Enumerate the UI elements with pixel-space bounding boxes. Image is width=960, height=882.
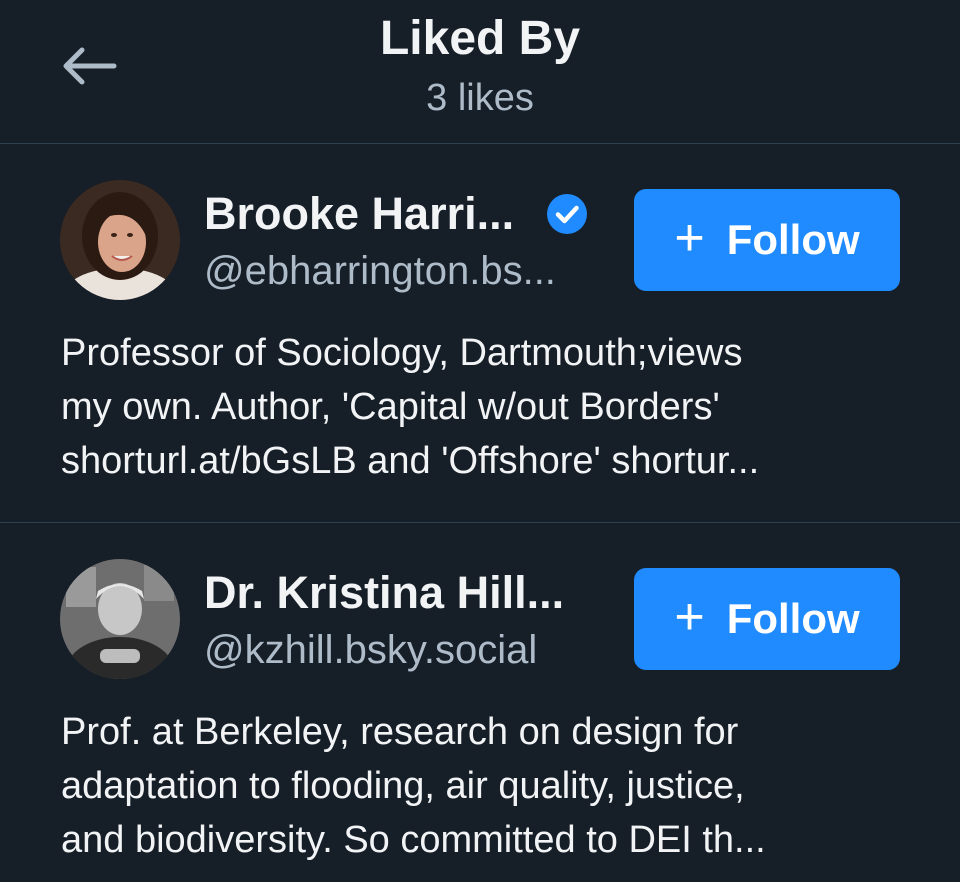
verified-check-icon: [547, 194, 588, 234]
avatar[interactable]: [60, 180, 180, 300]
plus-icon: +: [674, 209, 705, 267]
avatar-image: [60, 559, 180, 679]
follow-label: Follow: [726, 216, 860, 263]
plus-icon: +: [674, 588, 705, 646]
follow-button[interactable]: + Follow: [634, 568, 900, 670]
bio-line: Professor of Sociology, Dartmouth;views: [61, 332, 743, 374]
user-handle[interactable]: @kzhill.bsky.social: [204, 625, 537, 675]
avatar[interactable]: [60, 559, 180, 679]
user-row[interactable]: Dr. Kristina Hill... @kzhill.bsky.social…: [0, 523, 960, 882]
display-name[interactable]: Brooke Harri...: [204, 186, 514, 242]
user-bio: Professor of Sociology, Dartmouth;views …: [61, 326, 921, 488]
display-name[interactable]: Dr. Kristina Hill...: [204, 565, 564, 621]
user-handle[interactable]: @ebharrington.bs...: [204, 246, 556, 296]
page-title: Liked By: [379, 12, 581, 65]
bio-line: Prof. at Berkeley, research on design fo…: [61, 711, 739, 753]
bio-line: my own. Author, 'Capital w/out Borders': [61, 386, 720, 428]
user-bio: Prof. at Berkeley, research on design fo…: [61, 705, 921, 867]
bio-line: shorturl.at/bGsLB and 'Offshore' shortur…: [61, 440, 760, 482]
avatar-image: [60, 180, 180, 300]
likes-count: 3 likes: [426, 77, 534, 119]
bio-line: adaptation to flooding, air quality, jus…: [61, 765, 745, 807]
follow-label: Follow: [726, 595, 860, 642]
follow-button[interactable]: + Follow: [634, 189, 900, 291]
user-row[interactable]: Brooke Harri... @ebharrington.bs... + Fo…: [0, 144, 960, 523]
page-header: Liked By 3 likes: [0, 0, 960, 144]
name-line: Dr. Kristina Hill...: [204, 565, 564, 621]
name-line: Brooke Harri...: [204, 186, 588, 242]
bio-line: and biodiversity. So committed to DEI th…: [61, 819, 766, 861]
